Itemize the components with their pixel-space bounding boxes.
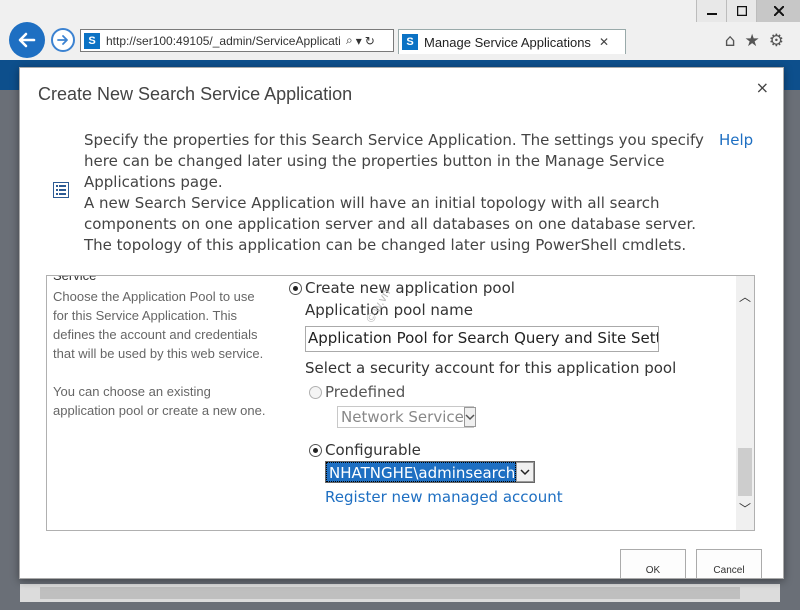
application-pool-section: Service Choose the Application Pool to u…	[46, 275, 755, 531]
cancel-button[interactable]: Cancel	[696, 549, 762, 578]
back-arrow-icon	[18, 32, 36, 48]
horizontal-scrollbar[interactable]	[20, 584, 780, 602]
dialog-title: Create New Search Service Application	[38, 84, 353, 104]
scroll-down-icon[interactable]: ﹀	[739, 500, 751, 517]
section-vertical-scrollbar[interactable]: ︿ ﹀	[736, 276, 754, 530]
refresh-icon[interactable]: ↻	[365, 34, 375, 48]
dialog-close-icon[interactable]: ×	[756, 78, 769, 97]
scrollbar-thumb[interactable]	[738, 448, 752, 496]
register-managed-account-link[interactable]: Register new managed account	[325, 488, 563, 506]
minimize-button[interactable]	[696, 0, 726, 22]
configurable-radio[interactable]	[309, 444, 322, 457]
description-paragraph-2: A new Search Service Application will ha…	[84, 194, 697, 254]
pool-name-label: Application pool name	[305, 301, 473, 319]
search-icon[interactable]: ⌕	[346, 33, 353, 48]
minimize-icon	[706, 13, 717, 15]
home-icon[interactable]: ⌂	[725, 31, 736, 51]
forward-arrow-icon	[57, 35, 68, 45]
tab-close-icon[interactable]: ✕	[599, 35, 609, 49]
configurable-select-value: NHATNGHE\adminsearch	[326, 462, 517, 482]
tab-manage-service-applications[interactable]: S Manage Service Applications ✕	[398, 29, 626, 54]
scrollbar-thumb[interactable]	[40, 587, 740, 599]
chevron-down-icon	[516, 462, 534, 482]
description-paragraph-1: Specify the properties for this Search S…	[84, 131, 704, 191]
configurable-account-select[interactable]: NHATNGHE\adminsearch	[325, 461, 535, 483]
address-bar[interactable]: S http://ser100:49105/_admin/ServiceAppl…	[80, 29, 394, 52]
dropdown-icon[interactable]: ▾	[356, 34, 362, 48]
section-desc-1: Choose the Application Pool to use for t…	[53, 289, 264, 361]
predefined-select-value: Network Service	[341, 408, 464, 426]
favorites-star-icon[interactable]: ★	[745, 31, 760, 51]
section-header: Service	[53, 275, 97, 283]
predefined-label: Predefined	[325, 383, 406, 401]
chevron-down-icon	[463, 407, 476, 427]
create-new-pool-label: Create new application pool	[305, 279, 515, 297]
browser-toolbar: S http://ser100:49105/_admin/ServiceAppl…	[0, 0, 800, 60]
security-account-label: Select a security account for this appli…	[305, 359, 677, 377]
section-description: Choose the Application Pool to use for t…	[53, 287, 268, 439]
forward-button[interactable]	[51, 28, 75, 52]
info-list-icon	[53, 182, 69, 198]
configurable-label: Configurable	[325, 441, 421, 459]
close-icon	[773, 6, 784, 16]
predefined-radio[interactable]	[309, 386, 322, 399]
help-link[interactable]: Help	[719, 131, 753, 149]
maximize-icon	[736, 6, 747, 16]
create-search-service-dialog: Create New Search Service Application × …	[19, 67, 784, 579]
predefined-account-select[interactable]: Network Service	[337, 406, 476, 428]
section-desc-2: You can choose an existing application p…	[53, 384, 266, 418]
window-close-button[interactable]	[756, 0, 800, 22]
tab-title: Manage Service Applications	[424, 34, 591, 50]
window-controls	[696, 0, 800, 22]
scroll-up-icon[interactable]: ︿	[739, 288, 751, 305]
address-url[interactable]: http://ser100:49105/_admin/ServiceApplic…	[106, 34, 344, 48]
ok-button[interactable]: OK	[620, 549, 686, 578]
create-new-pool-radio[interactable]	[289, 282, 302, 295]
settings-gear-icon[interactable]: ⚙	[769, 31, 784, 51]
back-button[interactable]	[9, 22, 45, 58]
dialog-description: Specify the properties for this Search S…	[84, 130, 714, 256]
sharepoint-icon: S	[84, 32, 100, 49]
maximize-button[interactable]	[726, 0, 756, 22]
pool-name-input[interactable]: Application Pool for Search Query and Si…	[305, 326, 659, 352]
sharepoint-icon: S	[402, 34, 418, 50]
